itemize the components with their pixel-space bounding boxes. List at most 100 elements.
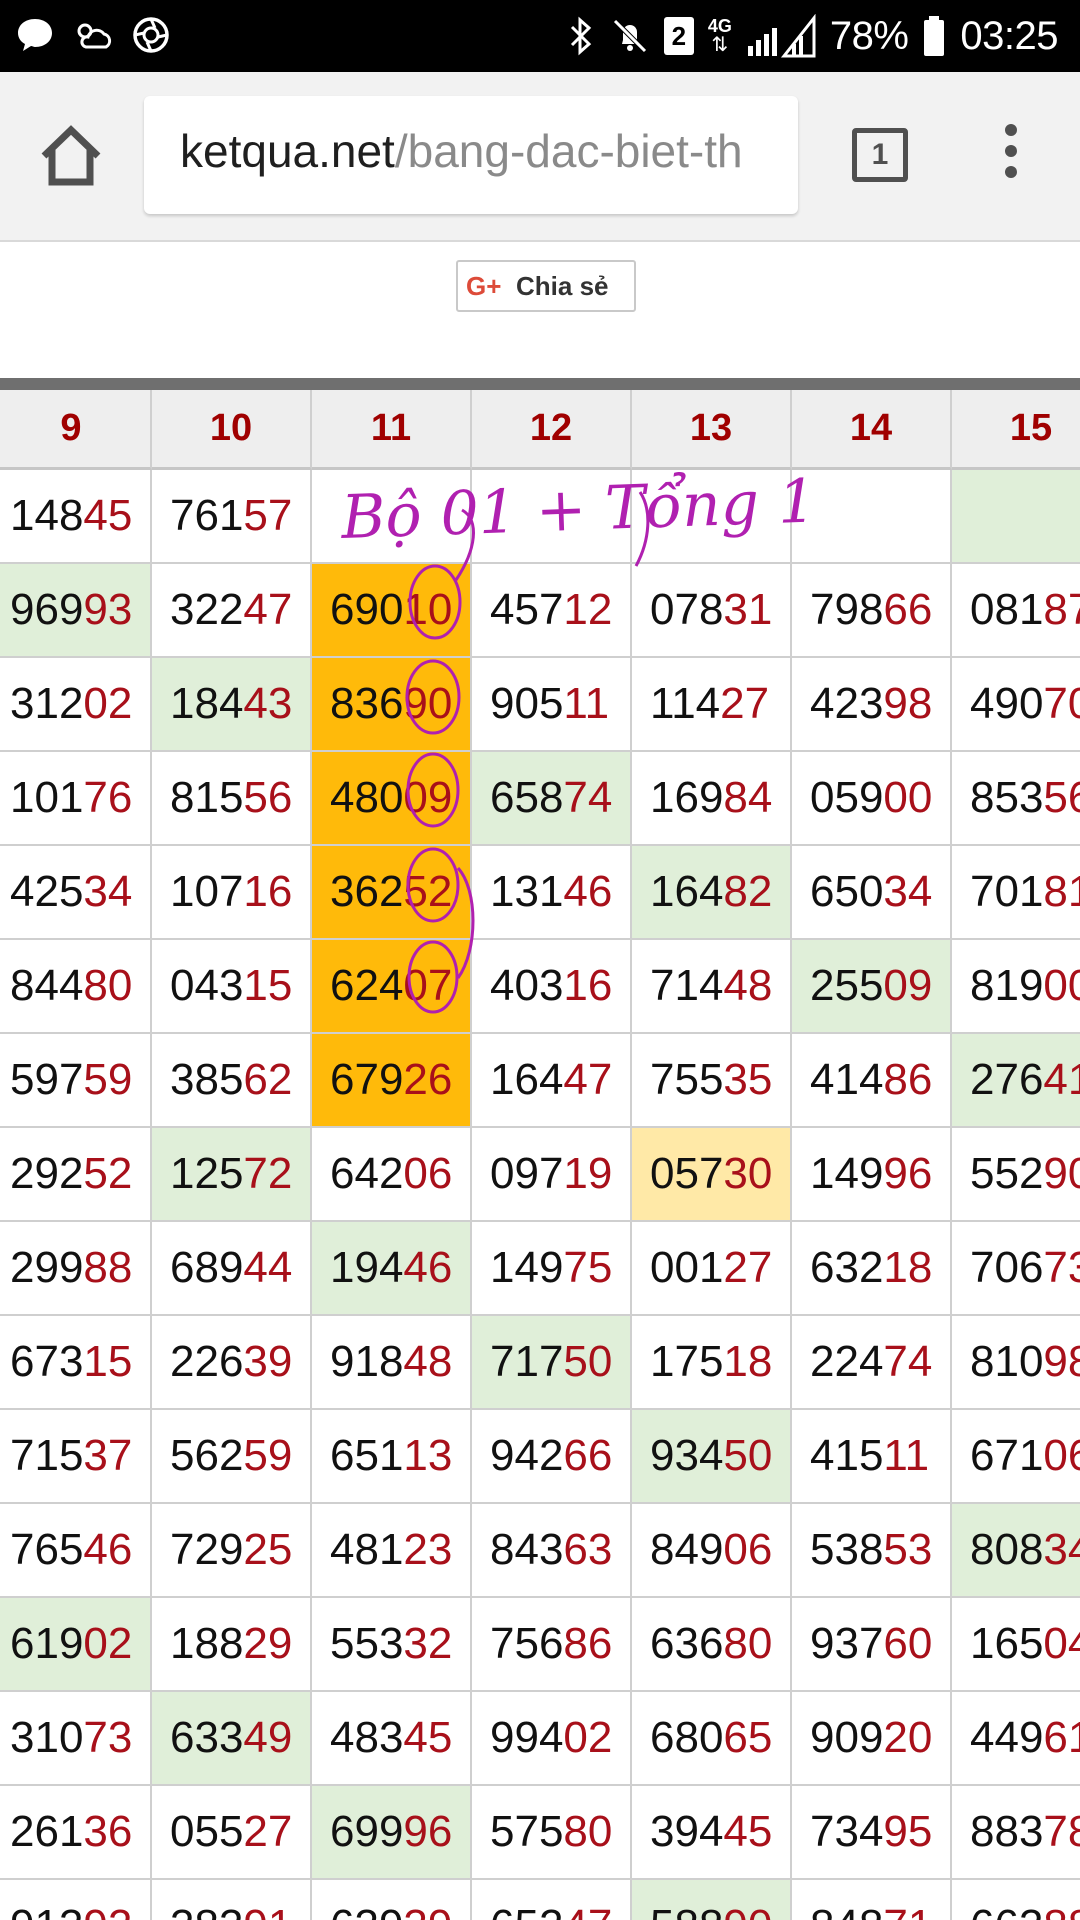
weather-icon [72, 14, 114, 56]
result-cell: 673 15 [0, 1316, 152, 1410]
number-tail: 86 [883, 1055, 933, 1104]
results-table[interactable]: 9 10 11 12 13 14 15 148 45 761 57 969 93 322 47 690 10 4… [0, 390, 1080, 1920]
number-prefix: 658 [490, 773, 564, 822]
number-prefix: 164 [490, 1055, 564, 1104]
result-cell: 81098 [952, 1316, 1080, 1410]
number-prefix: 255 [810, 961, 884, 1010]
number-prefix: 934 [650, 1431, 724, 1480]
result-cell: 88378 [952, 1786, 1080, 1880]
number-tail: 63 [563, 1525, 613, 1574]
number-tail: 86 [563, 1619, 613, 1668]
number-prefix: 562 [170, 1431, 244, 1480]
result-cell: 729 25 [152, 1504, 312, 1598]
status-bar: 2 4G ⇅ 78% 03:25 [0, 0, 1080, 72]
number-prefix: 913 [10, 1901, 83, 1920]
number-prefix: 097 [490, 1149, 564, 1198]
number-prefix: 714 [650, 961, 724, 1010]
result-cell: 619 02 [0, 1598, 152, 1692]
number-prefix: 101 [10, 773, 84, 822]
result-cell: 055 27 [152, 1786, 312, 1880]
result-cell: 70673 [952, 1222, 1080, 1316]
google-plus-share-button[interactable]: G+ Chia sẻ [456, 260, 636, 312]
number-tail: 81 [1043, 867, 1080, 916]
network-label: 4G [707, 16, 732, 36]
result-cell: 299 88 [0, 1222, 152, 1316]
number-tail: 78 [1043, 1807, 1080, 1856]
number-tail: 35 [723, 1055, 773, 1104]
result-cell: 148 45 [0, 470, 152, 564]
number-tail: 74 [883, 1337, 933, 1386]
number-prefix: 385 [170, 1055, 244, 1104]
number-prefix: 415 [810, 1431, 884, 1480]
number-tail: 46 [403, 1243, 453, 1292]
number-prefix: 619 [10, 1619, 84, 1668]
number-prefix: 680 [650, 1713, 724, 1762]
result-cell: 63939 [312, 1880, 472, 1920]
menu-dot-icon [1005, 124, 1017, 136]
number-tail: 80 [723, 1619, 773, 1668]
number-prefix: 673 [10, 1337, 84, 1386]
result-cell: 905 11 [472, 658, 632, 752]
number-prefix: 383 [170, 1901, 243, 1920]
result-cell: 483 45 [312, 1692, 472, 1786]
number-tail: 06 [403, 1149, 453, 1198]
number-tail: 82 [723, 867, 773, 916]
result-cell: 798 66 [792, 564, 952, 658]
result-cell: 057 30 [632, 1128, 792, 1222]
number-tail: 80 [563, 1807, 613, 1856]
number-prefix: 624 [330, 961, 404, 1010]
table-row: 67315226399184871750175182247481098 [0, 1316, 1080, 1410]
number-tail: 59 [243, 1431, 293, 1480]
number-prefix: 425 [10, 867, 84, 916]
number-prefix: 299 [10, 1243, 84, 1292]
number-prefix: 001 [650, 1243, 724, 1292]
table-row: 31073633494834599402680659092044961 [0, 1692, 1080, 1786]
number-prefix: 942 [490, 1431, 564, 1480]
result-cell: 164 82 [632, 846, 792, 940]
result-cell: 175 18 [632, 1316, 792, 1410]
number-tail: 98 [883, 679, 933, 728]
number-prefix: 883 [970, 1807, 1044, 1856]
home-button[interactable] [38, 124, 104, 188]
result-cell: 597 59 [0, 1034, 152, 1128]
result-cell: 164 47 [472, 1034, 632, 1128]
result-cell: 059 00 [792, 752, 952, 846]
result-cell: 425 34 [0, 846, 152, 940]
number-prefix: 909 [810, 1713, 884, 1762]
result-cell: 001 27 [632, 1222, 792, 1316]
number-tail: 27 [723, 1243, 773, 1292]
overflow-menu-button[interactable] [996, 124, 1026, 188]
result-cell: 312 02 [0, 658, 152, 752]
number-tail: 52 [83, 1149, 133, 1198]
result-cell: 969 93 [0, 564, 152, 658]
result-cell: 85356 [952, 752, 1080, 846]
result-cell: 714 48 [632, 940, 792, 1034]
table-row: 42534107163625213146164826503470181 [0, 846, 1080, 940]
number-prefix: 165 [970, 1619, 1044, 1668]
result-cell: 642 06 [312, 1128, 472, 1222]
number-tail: 20 [883, 1713, 933, 1762]
result-cell: 553 32 [312, 1598, 472, 1692]
result-cell: 909 20 [792, 1692, 952, 1786]
number-tail: 37 [83, 1431, 133, 1480]
number-prefix: 292 [10, 1149, 84, 1198]
number-prefix: 490 [970, 679, 1044, 728]
result-cell: 16504 [952, 1598, 1080, 1692]
home-icon [41, 125, 101, 186]
number-prefix: 848 [810, 1901, 883, 1920]
number-tail: 45 [723, 1807, 773, 1856]
number-tail: 92 [83, 1901, 132, 1920]
number-prefix: 690 [330, 585, 404, 634]
number-tail: 70 [1043, 679, 1080, 728]
battery-percent: 78% [829, 13, 909, 58]
address-bar[interactable]: ketqua.net/bang-dac-biet-th [144, 96, 798, 214]
result-cell: 149 96 [792, 1128, 952, 1222]
number-prefix: 457 [490, 585, 564, 634]
number-tail: 02 [83, 679, 133, 728]
number-tail: 59 [83, 1055, 133, 1104]
tab-switcher-button[interactable]: 1 [852, 128, 910, 184]
result-cell: 322 47 [152, 564, 312, 658]
number-prefix: 853 [970, 773, 1044, 822]
network-4g-icon: 4G ⇅ [707, 16, 732, 56]
result-cell: 761 57 [152, 470, 312, 564]
